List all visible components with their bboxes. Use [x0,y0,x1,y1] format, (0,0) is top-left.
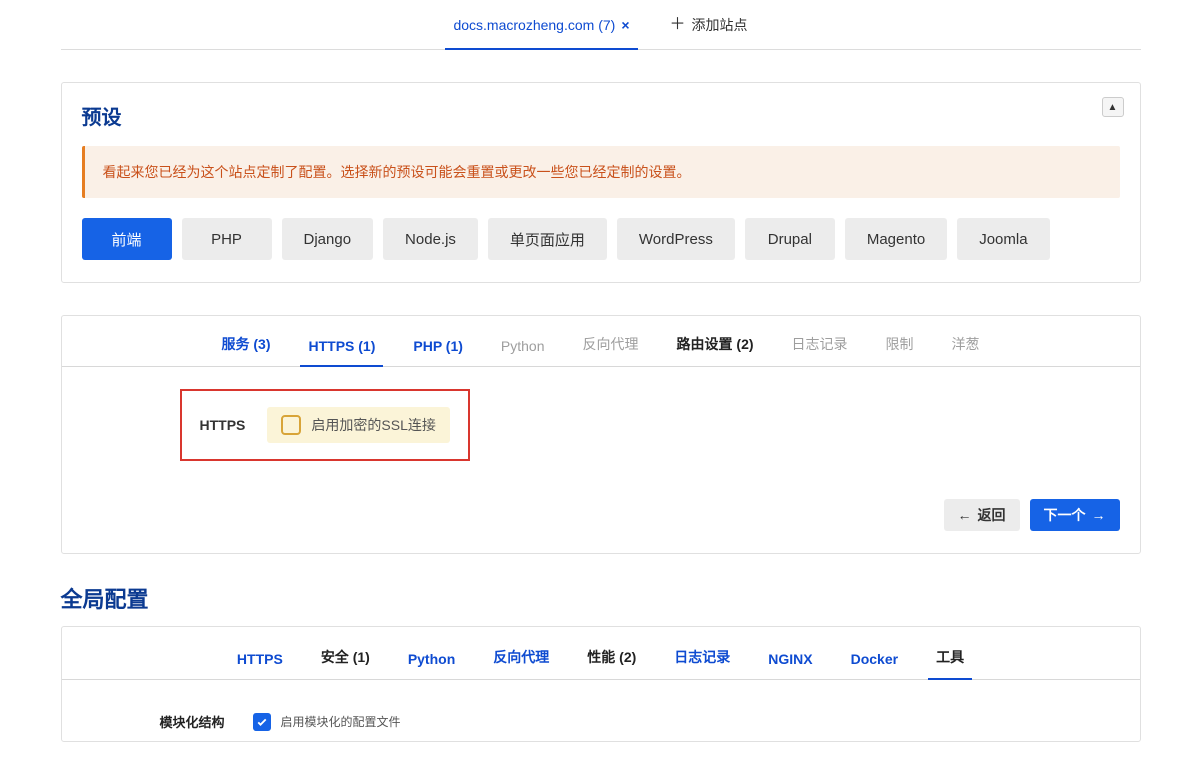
gtab-nginx[interactable]: NGINX [768,651,812,679]
modular-checkbox-on[interactable] [253,713,271,731]
tab-logging[interactable]: 日志记录 [792,334,848,366]
next-label: 下一个 [1044,505,1086,525]
add-site-tab[interactable]: ＋ 添加站点 [670,0,748,49]
next-button[interactable]: 下一个 → [1030,499,1120,531]
tab-https[interactable]: HTTPS (1) [308,338,375,366]
preset-option[interactable]: 前端 [82,218,172,260]
preset-option[interactable]: Magento [845,218,947,260]
close-icon[interactable]: × [621,17,629,33]
back-button[interactable]: ← 返回 [944,499,1020,531]
modular-toggle[interactable]: 启用模块化的配置文件 [253,713,401,731]
preset-option[interactable]: 单页面应用 [488,218,607,260]
add-site-label: 添加站点 [692,15,748,35]
arrow-right-icon: → [1092,507,1106,523]
tab-php[interactable]: PHP (1) [413,338,463,366]
gtab-logging[interactable]: 日志记录 [674,647,730,679]
gtab-https[interactable]: HTTPS [237,651,283,679]
global-config-tabs: HTTPS 安全 (1) Python 反向代理 性能 (2) 日志记录 NGI… [62,627,1140,680]
https-label: HTTPS [200,417,246,433]
collapse-button[interactable]: ▲ [1102,97,1124,117]
preset-panel: 预设 ▲ 看起来您已经为这个站点定制了配置。选择新的预设可能会重置或更改一些您已… [61,82,1141,283]
site-footer-actions: ← 返回 下一个 → [82,499,1120,531]
preset-option[interactable]: WordPress [617,218,735,260]
tab-onion[interactable]: 洋葱 [952,334,980,366]
modular-row: 模块化结构 启用模块化的配置文件 [82,712,1120,731]
site-tab-active[interactable]: docs.macrozheng.com (7) × [453,0,629,49]
gtab-docker[interactable]: Docker [851,651,898,679]
preset-option[interactable]: Joomla [957,218,1049,260]
tab-services[interactable]: 服务 (3) [221,334,270,366]
modular-label: 模块化结构 [160,712,225,731]
tab-python[interactable]: Python [501,338,545,366]
site-config-tabs: 服务 (3) HTTPS (1) PHP (1) Python 反向代理 路由设… [62,316,1140,367]
site-config-panel: 服务 (3) HTTPS (1) PHP (1) Python 反向代理 路由设… [61,315,1141,554]
site-tabs-bar: docs.macrozheng.com (7) × ＋ 添加站点 [61,0,1141,50]
preset-option[interactable]: Node.js [383,218,478,260]
ssl-text: 启用加密的SSL连接 [311,415,435,435]
https-highlight-box: HTTPS 启用加密的SSL连接 [180,389,470,461]
check-icon [256,716,268,728]
gtab-security[interactable]: 安全 (1) [321,647,370,679]
gtab-reverse[interactable]: 反向代理 [493,647,549,679]
tab-reverse[interactable]: 反向代理 [583,334,639,366]
chevron-up-icon: ▲ [1108,102,1118,113]
gtab-perf[interactable]: 性能 (2) [587,647,636,679]
preset-options: 前端 PHP Django Node.js 单页面应用 WordPress Dr… [82,218,1120,260]
preset-alert: 看起来您已经为这个站点定制了配置。选择新的预设可能会重置或更改一些您已经定制的设… [82,146,1120,198]
preset-option[interactable]: Django [282,218,374,260]
tab-limit[interactable]: 限制 [886,334,914,366]
modular-desc: 启用模块化的配置文件 [281,713,401,730]
preset-title: 预设 [82,101,1120,130]
arrow-left-icon: ← [958,507,972,523]
back-label: 返回 [978,505,1006,525]
site-tab-label: docs.macrozheng.com (7) [453,17,615,33]
ssl-toggle[interactable]: 启用加密的SSL连接 [267,407,449,443]
ssl-checkbox[interactable] [281,415,301,435]
gtab-tools[interactable]: 工具 [936,647,964,679]
preset-option[interactable]: PHP [182,218,272,260]
preset-option[interactable]: Drupal [745,218,835,260]
gtab-python[interactable]: Python [408,651,455,679]
plus-icon: ＋ [670,17,686,33]
tab-routing[interactable]: 路由设置 (2) [677,334,754,366]
global-config-panel: HTTPS 安全 (1) Python 反向代理 性能 (2) 日志记录 NGI… [61,626,1141,742]
global-config-heading: 全局配置 [61,582,1141,614]
